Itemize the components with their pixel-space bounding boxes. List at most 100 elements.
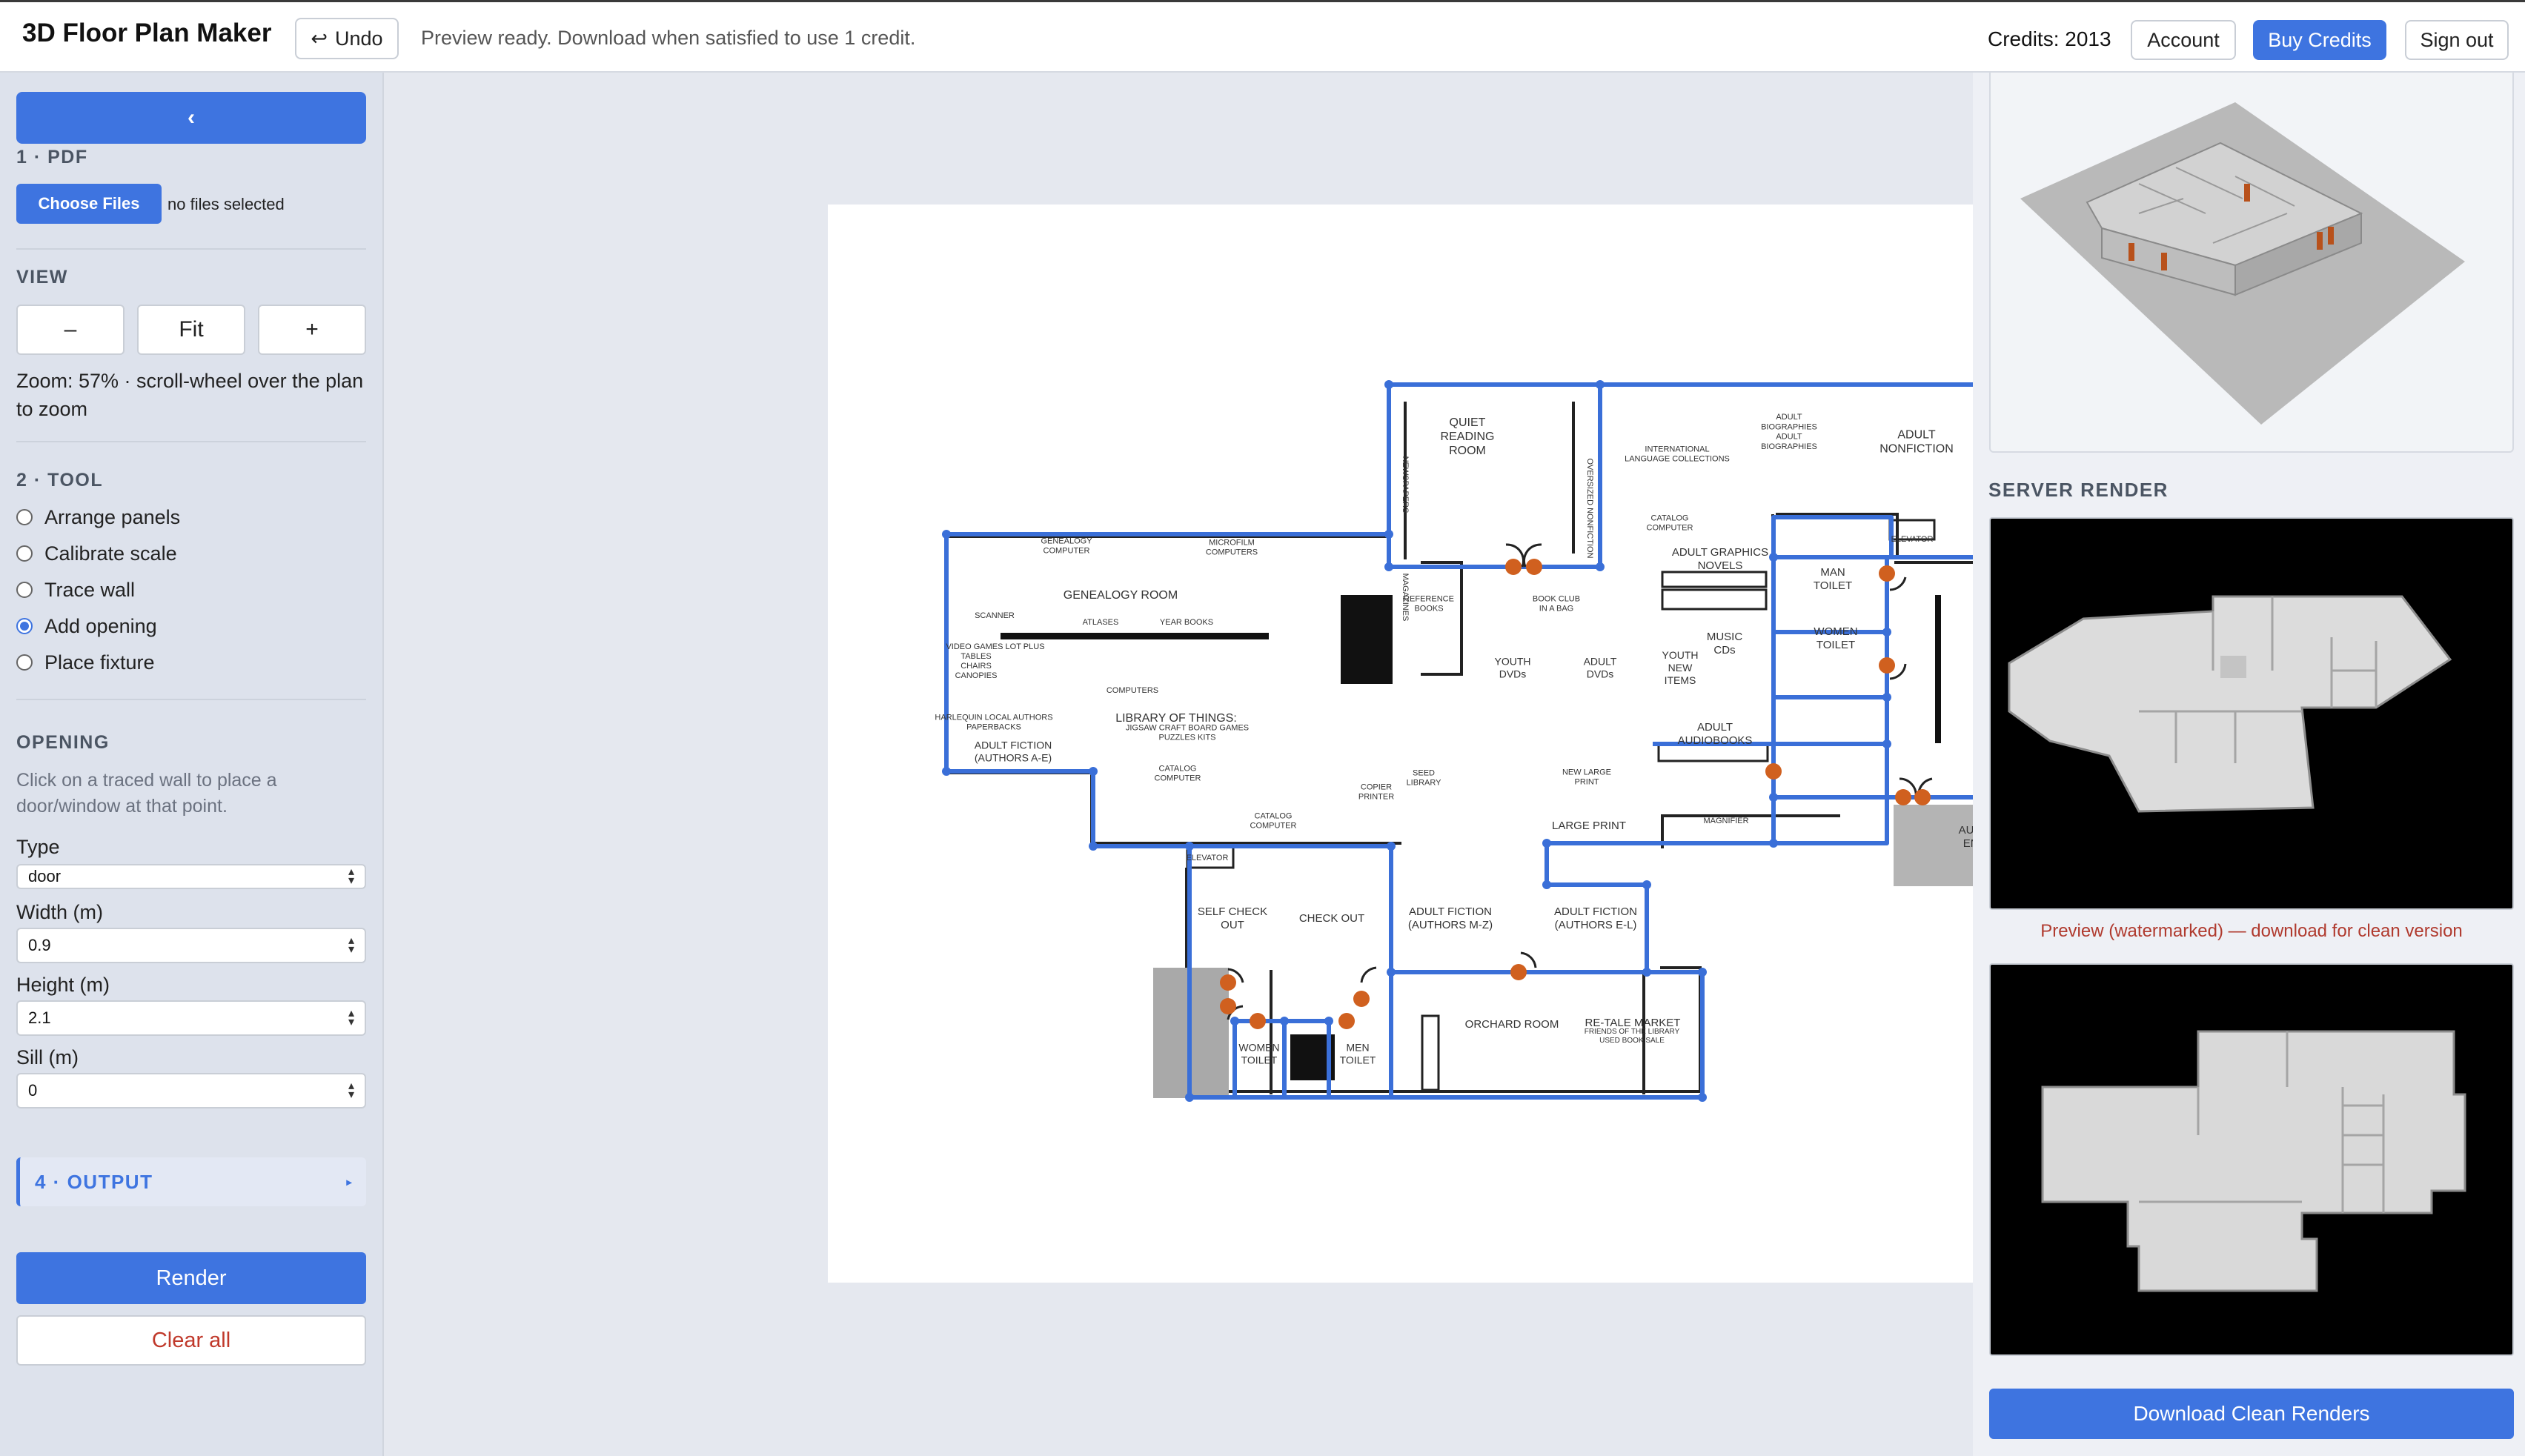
file-status: no files selected bbox=[167, 195, 285, 213]
room-label: ADULT NONFICTION bbox=[1879, 428, 1954, 455]
server-render-perspective[interactable] bbox=[1989, 517, 2514, 910]
tool-label: Trace wall bbox=[44, 578, 136, 601]
sign-out-button[interactable]: Sign out bbox=[2405, 20, 2509, 60]
divider bbox=[16, 699, 366, 700]
server-render-title: SERVER RENDER bbox=[1988, 479, 2169, 501]
chevron-left-icon: ‹ bbox=[188, 105, 195, 130]
room-label: SCANNER bbox=[975, 611, 1015, 620]
buy-credits-button[interactable]: Buy Credits bbox=[2253, 20, 2386, 60]
room-label: FRIENDS OF THE LIBRARY USED BOOK SALE bbox=[1585, 1028, 1680, 1045]
view-section-title: VIEW bbox=[16, 267, 68, 287]
room-label: COPIER PRINTER bbox=[1358, 782, 1394, 801]
choose-files-button[interactable]: Choose Files bbox=[16, 184, 162, 224]
room-labels: QUIET READING ROOM INTERNATIONAL LANGUAGE CO… bbox=[935, 413, 2051, 1066]
room-label: NEWSPAPERS bbox=[1401, 456, 1410, 513]
zoom-info: Zoom: 57% · scroll-wheel over the plan t… bbox=[16, 370, 364, 420]
room-label: CATALOG COMPUTER bbox=[1647, 513, 1693, 532]
room-label: SELF CHECK OUT bbox=[1198, 905, 1267, 931]
room-label: QUIET READING ROOM bbox=[1441, 416, 1495, 457]
room-label: MAGNIFIER bbox=[1703, 817, 1748, 825]
3d-model-view[interactable] bbox=[1991, 73, 2515, 453]
room-label: ELEVATOR bbox=[1187, 854, 1229, 862]
height-value: 2.1 bbox=[28, 1008, 51, 1027]
room-label: ADULT AUDIOBOOKS bbox=[1678, 721, 1753, 747]
room-label: CATALOG COMPUTER bbox=[1155, 764, 1201, 782]
caret-right-icon: ▸ bbox=[346, 1175, 353, 1188]
tool-label: Place fixture bbox=[44, 651, 155, 674]
room-label: GENEALOGY COMPUTER bbox=[1041, 536, 1092, 555]
room-label: YEAR BOOKS bbox=[1160, 618, 1213, 627]
server-render-topdown[interactable] bbox=[1989, 963, 2514, 1356]
room-label: CATALOG COMPUTER bbox=[1250, 811, 1297, 830]
sill-value: 0 bbox=[28, 1081, 38, 1100]
undo-label: Undo bbox=[335, 27, 383, 50]
radio-icon[interactable] bbox=[16, 509, 33, 525]
room-label: MAN TOILET bbox=[1814, 566, 1852, 592]
door-openings[interactable] bbox=[1220, 543, 1933, 1029]
render-button[interactable]: Render bbox=[16, 1252, 366, 1304]
type-select[interactable]: door ▴ ▾ bbox=[16, 864, 366, 889]
opening-section-title: OPENING bbox=[16, 732, 110, 753]
plan-canvas-area[interactable]: QUIET READING ROOM INTERNATIONAL LANGUAGE CO… bbox=[385, 73, 2227, 1456]
width-label: Width (m) bbox=[16, 901, 103, 923]
undo-button[interactable]: ↩ Undo bbox=[295, 18, 399, 59]
height-label: Height (m) bbox=[16, 974, 110, 996]
room-label: OVERSIZED NONFICTION bbox=[1585, 458, 1594, 558]
room-label: WOMEN TOILET bbox=[1238, 1042, 1279, 1066]
render-topdown-image bbox=[2041, 1030, 2466, 1292]
radio-icon[interactable] bbox=[16, 654, 33, 671]
room-label: WOMEN TOILET bbox=[1814, 625, 1857, 651]
tool-label: Arrange panels bbox=[44, 505, 181, 528]
room-label: ORCHARD ROOM bbox=[1465, 1018, 1559, 1031]
radio-icon[interactable] bbox=[16, 545, 33, 562]
3d-preview[interactable] bbox=[1989, 73, 2514, 453]
tool-add-opening[interactable]: Add opening bbox=[16, 613, 157, 639]
height-field[interactable]: 2.1 ▴ ▾ bbox=[16, 1000, 366, 1036]
room-label: GENEALOGY ROOM bbox=[1064, 589, 1178, 602]
radio-icon[interactable] bbox=[16, 582, 33, 598]
room-label: MUSIC CDs bbox=[1707, 631, 1743, 656]
sill-field[interactable]: 0 ▴ ▾ bbox=[16, 1073, 366, 1108]
tool-label: Add opening bbox=[44, 614, 157, 637]
divider bbox=[16, 248, 366, 250]
room-label: VIDEO GAMES LOT PLUS bbox=[946, 642, 1044, 651]
pdf-section-title: 1 · PDF bbox=[16, 147, 88, 167]
room-label: TABLES CHAIRS CANOPIES bbox=[955, 652, 998, 680]
width-value: 0.9 bbox=[28, 936, 51, 954]
tool-place-fixture[interactable]: Place fixture bbox=[16, 649, 155, 676]
room-label: YOUTH DVDs bbox=[1495, 656, 1531, 680]
opening-hint: Click on a traced wall to place a door/w… bbox=[16, 770, 277, 817]
traced-walls[interactable] bbox=[944, 382, 2111, 1100]
app-title: 3D Floor Plan Maker bbox=[22, 19, 272, 47]
sill-label: Sill (m) bbox=[16, 1046, 79, 1068]
zoom-in-button[interactable]: + bbox=[258, 305, 366, 355]
stepper-icon[interactable]: ▴ ▾ bbox=[348, 1008, 354, 1028]
stepper-icon[interactable]: ▴ ▾ bbox=[348, 935, 354, 956]
collapse-sidebar-button[interactable]: ‹ bbox=[16, 92, 366, 144]
tool-arrange-panels[interactable]: Arrange panels bbox=[16, 504, 180, 531]
room-label: MICROFILM COMPUTERS bbox=[1206, 538, 1258, 556]
room-label: ADULT GRAPHICS NOVELS bbox=[1672, 546, 1768, 572]
shelving bbox=[1001, 595, 1941, 1080]
room-label: JIGSAW CRAFT BOARD GAMES PUZZLES KITS bbox=[1126, 723, 1249, 742]
fit-button[interactable]: Fit bbox=[137, 305, 245, 355]
output-section-toggle[interactable]: 4 · OUTPUT ▸ bbox=[16, 1157, 366, 1206]
stepper-icon[interactable]: ▴ ▾ bbox=[348, 1080, 354, 1101]
tool-trace-wall[interactable]: Trace wall bbox=[16, 576, 135, 603]
download-clean-renders-button[interactable]: Download Clean Renders bbox=[1989, 1389, 2514, 1439]
render-perspective-image bbox=[2008, 595, 2452, 813]
room-label: YOUTH NEW ITEMS bbox=[1662, 649, 1699, 686]
clear-all-button[interactable]: Clear all bbox=[16, 1315, 366, 1366]
tool-calibrate-scale[interactable]: Calibrate scale bbox=[16, 540, 177, 567]
width-field[interactable]: 0.9 ▴ ▾ bbox=[16, 928, 366, 963]
room-label: ADULT BIOGRAPHIES ADULT BIOGRAPHIES bbox=[1761, 413, 1817, 451]
radio-selected-icon[interactable] bbox=[16, 618, 33, 634]
zoom-out-button[interactable]: – bbox=[16, 305, 125, 355]
account-button[interactable]: Account bbox=[2131, 20, 2236, 60]
room-label: ADULT FICTION (AUTHORS E-L) bbox=[1554, 905, 1637, 931]
room-label: HARLEQUIN LOCAL AUTHORS PAPERBACKS bbox=[935, 713, 1052, 731]
output-title: 4 · OUTPUT bbox=[35, 1170, 153, 1193]
room-label: ADULT DVDs bbox=[1584, 656, 1617, 680]
room-label: LARGE PRINT bbox=[1552, 820, 1626, 832]
room-label: ADULT FICTION (AUTHORS M-Z) bbox=[1408, 905, 1493, 931]
